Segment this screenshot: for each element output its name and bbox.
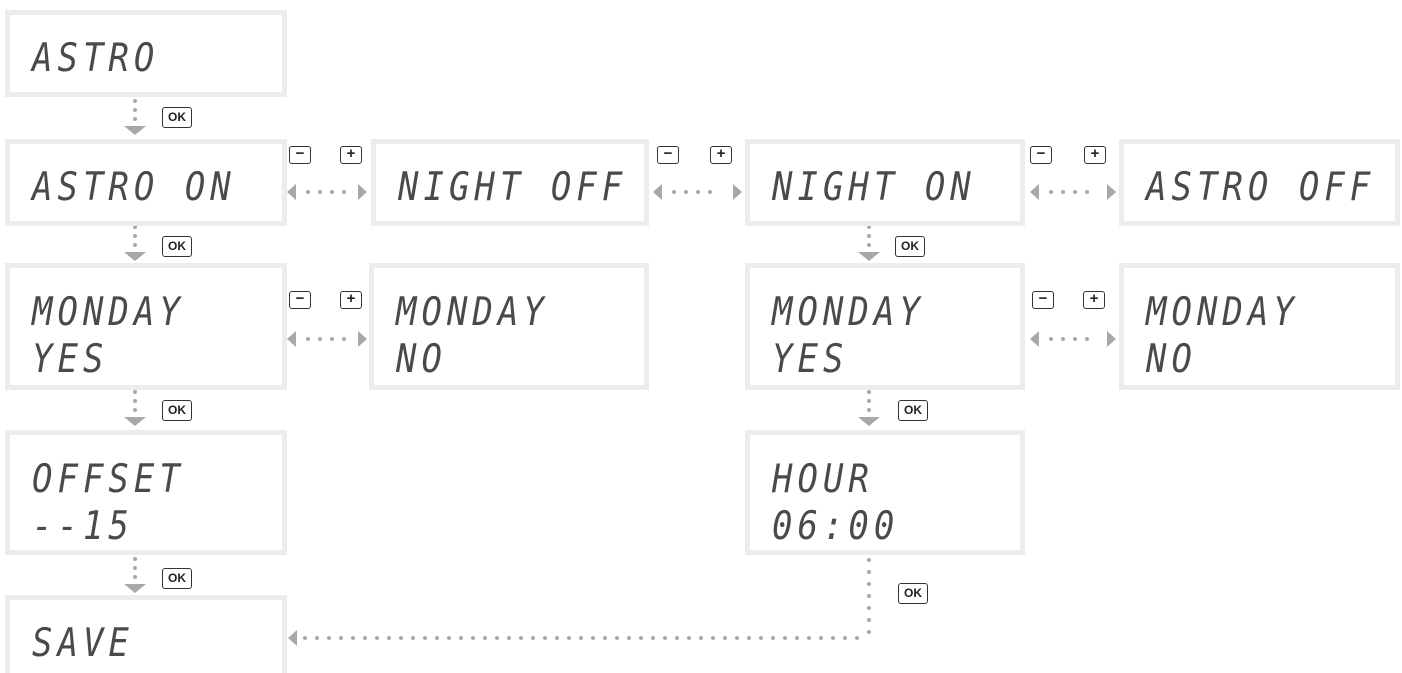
ok-key: OK [162,107,192,128]
screen-save: SAVE [5,595,287,673]
ok-key: OK [162,568,192,589]
lcd-line-1: MONDAY [1146,289,1299,336]
lcd-line-2: --15 [32,503,134,550]
plus-key: + [710,146,732,164]
double-arrow-2 [653,184,742,200]
ok-key: OK [898,400,928,421]
screen-hour: HOUR 06:00 [745,430,1025,555]
stem-night-on-to-monday [858,225,880,261]
plus-key: + [340,291,362,309]
lcd-line-2: YES [32,336,109,383]
minus-key: − [289,146,311,164]
lcd-line-1: NIGHT OFF [398,164,628,211]
screen-night-on: NIGHT ON [745,139,1025,226]
stem-offset-to-save [124,557,146,593]
lcd-line-2: NO [396,336,447,383]
plus-key: + [340,146,362,164]
minus-key: − [1032,291,1054,309]
lcd-line-1: SAVE [32,620,134,667]
plus-key: + [1083,291,1105,309]
stem-astro-to-astro-on [124,99,146,135]
lcd-line-1: MONDAY [772,289,925,336]
return-path-hour-to-save [288,558,871,646]
lcd-line-1: NIGHT ON [772,164,976,211]
lcd-line-2: 06:00 [772,503,900,550]
lcd-line-1: MONDAY [32,289,185,336]
ok-key: OK [162,236,192,257]
screen-astro: ASTRO [5,10,287,97]
lcd-line-1: ASTRO ON [32,164,236,211]
double-arrow-4 [287,331,367,347]
ok-key: OK [162,400,192,421]
screen-monday-no-right: MONDAY NO [1119,263,1400,390]
double-arrow-3 [1030,184,1116,200]
minus-key: − [289,291,311,309]
ok-key: OK [895,236,925,257]
stem-monday-to-offset [124,390,146,426]
screen-monday-yes-right: MONDAY YES [745,263,1025,390]
stem-monday-to-hour [858,390,880,426]
screen-offset: OFFSET --15 [5,430,287,555]
lcd-line-2: NO [1146,336,1197,383]
lcd-line-1: MONDAY [396,289,549,336]
screen-astro-on: ASTRO ON [5,139,287,226]
lcd-line-1: ASTRO OFF [1146,164,1376,211]
double-arrow-5 [1030,331,1116,347]
screen-astro-off: ASTRO OFF [1119,139,1400,226]
screen-night-off: NIGHT OFF [371,139,649,226]
plus-key: + [1084,146,1106,164]
double-arrow-1 [287,184,367,200]
screen-monday-yes-left: MONDAY YES [5,263,287,390]
minus-key: − [657,146,679,164]
lcd-line-1: HOUR [772,456,874,503]
minus-key: − [1030,146,1052,164]
screen-monday-no-left: MONDAY NO [369,263,649,390]
stem-astro-on-to-monday [124,225,146,261]
lcd-line-1: ASTRO [32,35,160,82]
lcd-line-2: YES [772,336,849,383]
lcd-line-1: OFFSET [32,456,185,503]
ok-key: OK [898,583,928,604]
